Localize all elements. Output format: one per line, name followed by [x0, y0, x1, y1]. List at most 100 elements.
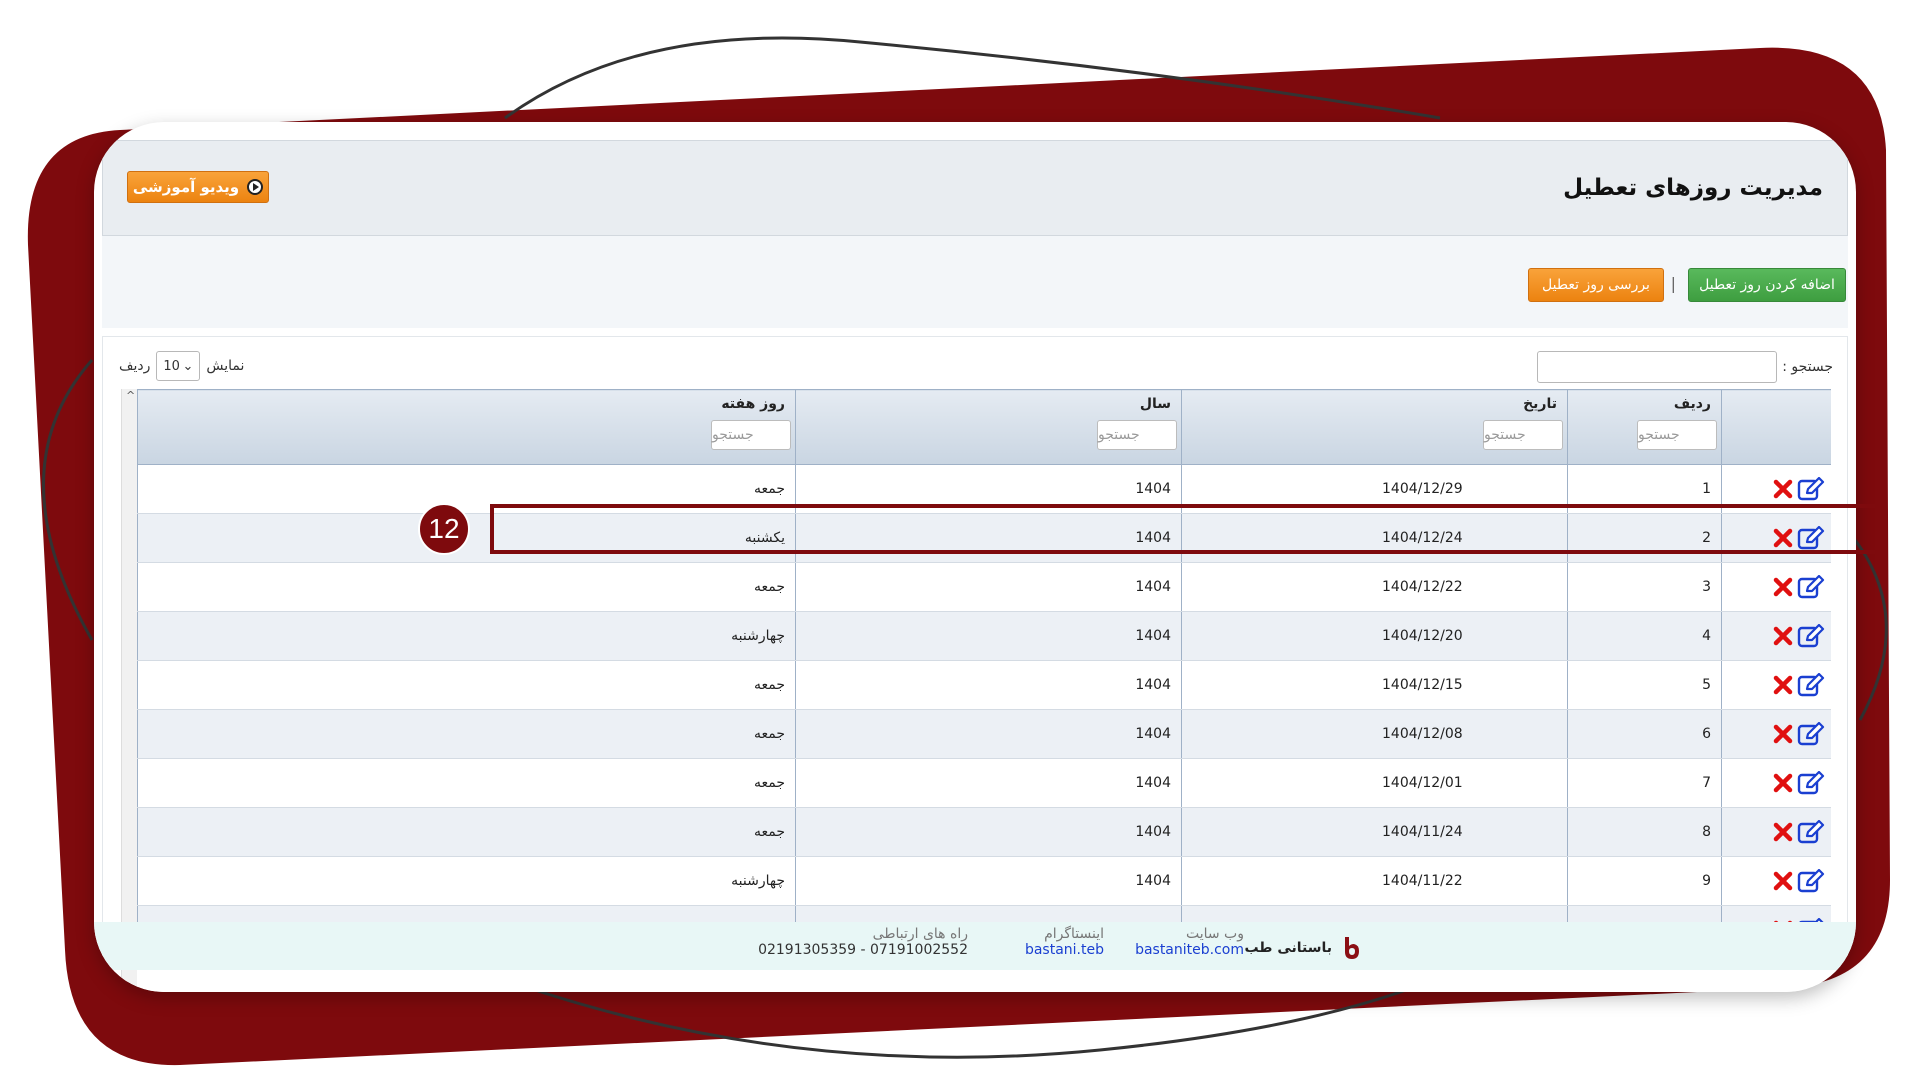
cell-date: 1404/12/20	[1181, 611, 1568, 661]
edit-icon[interactable]	[1797, 771, 1825, 795]
chevron-down-icon: ⌄	[182, 358, 194, 374]
cell-date: 1404/12/08	[1181, 709, 1568, 759]
column-header-weekday: روز هفته جستجو	[137, 389, 796, 465]
cell-row-number: 4	[1567, 611, 1722, 661]
edit-icon[interactable]	[1797, 575, 1825, 599]
delete-icon[interactable]	[1773, 773, 1793, 793]
cell-date: 1404/11/24	[1181, 807, 1568, 857]
cell-weekday: جمعه	[137, 562, 796, 612]
cell-weekday: جمعه	[137, 807, 796, 857]
add-holiday-button[interactable]: اضافه کردن روز تعطیل	[1688, 268, 1846, 302]
search-label: جستجو :	[1782, 359, 1833, 375]
weekday-filter-input[interactable]: جستجو	[711, 420, 791, 450]
edit-icon[interactable]	[1797, 673, 1825, 697]
cell-date: 1404/12/22	[1181, 562, 1568, 612]
footer-instagram: اینستاگرام bastani.teb	[1025, 926, 1104, 958]
cell-year: 1404	[795, 660, 1182, 710]
cell-year: 1404	[795, 709, 1182, 759]
column-header-year: سال جستجو	[795, 389, 1182, 465]
delete-icon[interactable]	[1773, 577, 1793, 597]
cell-year: 1404	[795, 562, 1182, 612]
delete-icon[interactable]	[1773, 675, 1793, 695]
date-filter-input[interactable]: جستجو	[1483, 420, 1563, 450]
edit-icon[interactable]	[1797, 624, 1825, 648]
cell-year: 1404	[795, 611, 1182, 661]
toolbar: اضافه کردن روز تعطیل | بررسی روز تعطیل	[102, 236, 1848, 328]
cell-date: 1404/12/29	[1181, 464, 1568, 514]
year-filter-input[interactable]: جستجو	[1097, 420, 1177, 450]
holidays-table: ردیف جستجو تاریخ جستجو سال جستجو روز هفت…	[137, 389, 1831, 955]
delete-icon[interactable]	[1773, 822, 1793, 842]
cell-row-number: 1	[1567, 464, 1722, 514]
cell-weekday: جمعه	[137, 758, 796, 808]
cell-date: 1404/12/15	[1181, 660, 1568, 710]
table-row: 2 1404/12/24 1404 یکشنبه	[137, 513, 1831, 563]
row-actions-group	[1728, 771, 1825, 795]
column-header-weekday-label: روز هفته	[721, 396, 785, 412]
row-actions-group	[1728, 526, 1825, 550]
table-row: 7 1404/12/01 1404 جمعه	[137, 758, 1831, 808]
table-row: 9 1404/11/22 1404 چهارشنبه	[137, 856, 1831, 906]
row-actions-group	[1728, 624, 1825, 648]
page-length-control: نمایش 10 ⌄ ردیف	[119, 351, 244, 381]
brand-name: باستانی طب	[1244, 940, 1332, 956]
holidays-table-wrap: ردیف جستجو تاریخ جستجو سال جستجو روز هفت…	[137, 389, 1831, 992]
page-header: مدیریت روزهای تعطیل ویدیو آموزشی	[102, 140, 1848, 236]
cell-weekday: چهارشنبه	[137, 856, 796, 906]
delete-icon[interactable]	[1773, 479, 1793, 499]
website-link[interactable]: bastaniteb.com	[1135, 942, 1244, 958]
row-actions	[1721, 513, 1831, 563]
footer-contact: راه های ارتباطی 07191002552 - 0219130535…	[758, 926, 968, 958]
vertical-scrollbar[interactable]: ^	[121, 389, 137, 992]
cell-year: 1404	[795, 856, 1182, 906]
search-input[interactable]	[1537, 351, 1777, 383]
row-actions	[1721, 611, 1831, 661]
footer-website: وب سایت bastaniteb.com	[1135, 926, 1244, 958]
step-badge: 12	[418, 503, 470, 555]
column-header-year-label: سال	[1139, 396, 1171, 412]
table-row: 1 1404/12/29 1404 جمعه	[137, 464, 1831, 514]
row-actions-group	[1728, 673, 1825, 697]
delete-icon[interactable]	[1773, 528, 1793, 548]
check-holiday-button[interactable]: بررسی روز تعطیل	[1528, 268, 1664, 302]
cell-row-number: 6	[1567, 709, 1722, 759]
instagram-label: اینستاگرام	[1044, 926, 1104, 942]
column-header-date: تاریخ جستجو	[1181, 389, 1568, 465]
row-actions-group	[1728, 722, 1825, 746]
row-actions	[1721, 709, 1831, 759]
table-header-row: ردیف جستجو تاریخ جستجو سال جستجو روز هفت…	[137, 389, 1831, 465]
table-row: 8 1404/11/24 1404 جمعه	[137, 807, 1831, 857]
edit-icon[interactable]	[1797, 477, 1825, 501]
edit-icon[interactable]	[1797, 820, 1825, 844]
column-header-row-label: ردیف	[1673, 396, 1711, 412]
edit-icon[interactable]	[1797, 722, 1825, 746]
row-actions	[1721, 464, 1831, 514]
table-row: 3 1404/12/22 1404 جمعه	[137, 562, 1831, 612]
row-filter-input[interactable]: جستجو	[1637, 420, 1717, 450]
edit-icon[interactable]	[1797, 526, 1825, 550]
row-actions-group	[1728, 477, 1825, 501]
row-actions	[1721, 562, 1831, 612]
row-actions	[1721, 660, 1831, 710]
cell-row-number: 5	[1567, 660, 1722, 710]
delete-icon[interactable]	[1773, 871, 1793, 891]
cell-date: 1404/11/22	[1181, 856, 1568, 906]
page-length-select[interactable]: 10 ⌄	[156, 351, 201, 381]
edit-icon[interactable]	[1797, 869, 1825, 893]
video-tutorial-button[interactable]: ویدیو آموزشی	[127, 171, 269, 203]
cell-row-number: 2	[1567, 513, 1722, 563]
scroll-up-icon[interactable]: ^	[126, 389, 135, 402]
delete-icon[interactable]	[1773, 724, 1793, 744]
contact-label: راه های ارتباطی	[872, 926, 968, 942]
contact-phones: 07191002552 - 02191305359	[758, 942, 968, 958]
table-body: 1 1404/12/29 1404 جمعه 2 1404/12/24 1404 یکشنبه…	[137, 464, 1831, 955]
cell-row-number: 8	[1567, 807, 1722, 857]
instagram-link[interactable]: bastani.teb	[1025, 942, 1104, 958]
row-actions	[1721, 856, 1831, 906]
cell-weekday: جمعه	[137, 464, 796, 514]
delete-icon[interactable]	[1773, 626, 1793, 646]
footer: باستانی طب وب سایت bastaniteb.com اینستا…	[94, 922, 1856, 970]
rows-label: ردیف	[119, 358, 151, 374]
cell-weekday: چهارشنبه	[137, 611, 796, 661]
cell-date: 1404/12/01	[1181, 758, 1568, 808]
